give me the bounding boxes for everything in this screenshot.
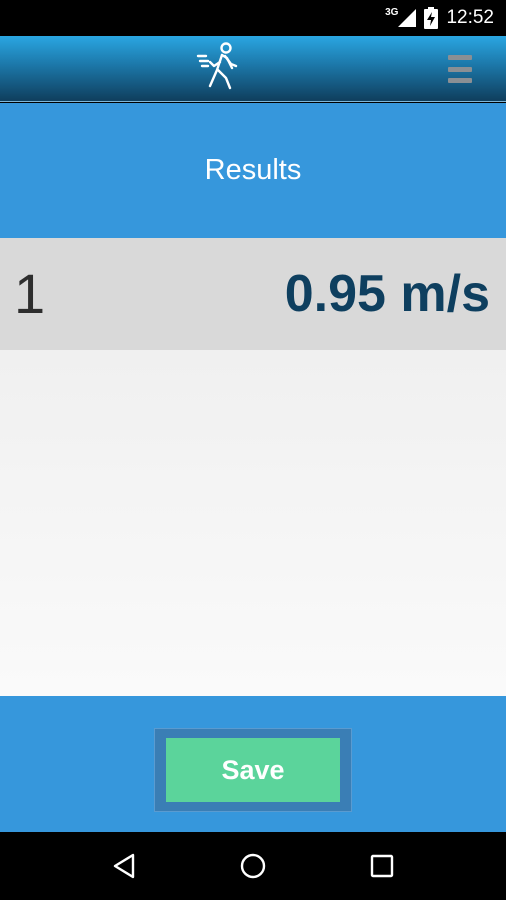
results-header: Results bbox=[0, 103, 506, 238]
status-bar: 3G 12:52 bbox=[0, 0, 506, 36]
walking-person-icon bbox=[196, 42, 244, 92]
result-row[interactable]: 1 0.95 m/s bbox=[0, 238, 506, 350]
status-time: 12:52 bbox=[446, 7, 494, 28]
action-bar: Save bbox=[0, 696, 506, 832]
save-button-frame: Save bbox=[154, 728, 352, 812]
recents-icon[interactable] bbox=[362, 846, 402, 886]
result-index: 1 bbox=[14, 262, 46, 325]
home-icon[interactable] bbox=[233, 846, 273, 886]
signal-icon bbox=[398, 9, 417, 27]
results-title: Results bbox=[204, 154, 302, 186]
hamburger-menu-icon[interactable] bbox=[448, 53, 472, 85]
result-speed: 0.95 m/s bbox=[284, 265, 490, 323]
battery-charging-icon bbox=[424, 7, 439, 29]
menu-bar bbox=[448, 66, 472, 72]
back-icon[interactable] bbox=[104, 846, 144, 886]
results-list-empty-area bbox=[0, 350, 506, 696]
menu-bar bbox=[448, 55, 472, 60]
app-bar bbox=[0, 36, 506, 102]
network-type-label: 3G bbox=[385, 6, 399, 18]
menu-bar bbox=[448, 78, 472, 83]
navigation-bar bbox=[0, 832, 506, 900]
save-button[interactable]: Save bbox=[166, 738, 340, 802]
